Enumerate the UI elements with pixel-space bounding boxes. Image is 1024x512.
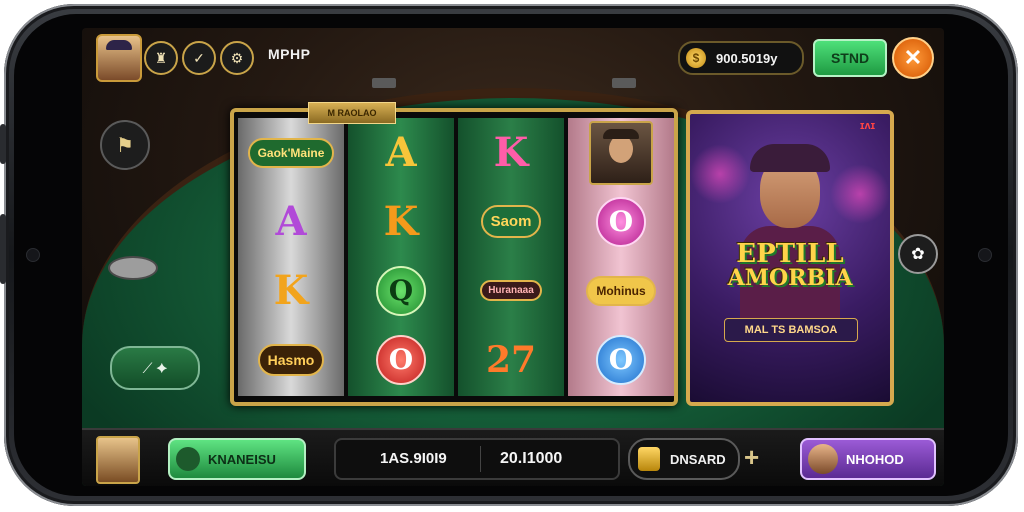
settings-gear-icon[interactable]: ✿ [898, 234, 938, 274]
volume-button [0, 124, 6, 164]
reel-symbol: K [273, 267, 309, 314]
plus-icon[interactable]: + [744, 442, 759, 473]
wand-button[interactable]: ⟋ ✦ [110, 346, 200, 390]
reel-symbol: Saom [458, 187, 564, 256]
reel-symbol: A [275, 198, 307, 245]
settings-icon[interactable]: ⚙ [220, 41, 254, 75]
reel-1[interactable]: Gaok'Maine A K Hasmo [238, 118, 344, 396]
top-bar: ♜ ✓ ⚙ MPHP $ 900.5019y STND ✕ [82, 28, 944, 84]
reel-symbol: O [568, 325, 674, 394]
board-label: DNSARD [670, 451, 726, 467]
frog-icon [176, 447, 200, 471]
shield-icon [638, 447, 660, 471]
coin-balance: $ 900.5019y [678, 41, 804, 75]
reel-3[interactable]: K Saom Huranaaa 27 [458, 118, 564, 396]
hat-icon[interactable]: ♜ [144, 41, 178, 75]
bottom-bar: KNANEISU 1AS.9I0I9 20.I1000 DNSARD + NHO… [82, 428, 944, 486]
stats-panel: 1AS.9I0I9 20.I1000 [334, 438, 620, 480]
reel-symbol: O [348, 325, 454, 394]
purple-avatar [808, 444, 838, 474]
reel-symbol: Q [348, 256, 454, 325]
purple-action-label: NHOHOD [846, 451, 904, 467]
feature-subtitle: MAL TS BAMSOA [724, 318, 858, 342]
reel-symbol: Gaok'Maine [238, 118, 344, 187]
green-action-button[interactable]: KNANEISU [168, 438, 306, 480]
reel-4[interactable]: O Mohinus O [568, 118, 674, 396]
player-avatar[interactable] [96, 34, 142, 82]
reel-symbol: O [568, 187, 674, 256]
app-title: MPHP [268, 46, 311, 62]
green-action-label: KNANEISU [208, 451, 276, 467]
power-button [0, 214, 6, 284]
reel-symbol: K [493, 129, 529, 176]
wand-icon: ⟋ ✦ [142, 359, 168, 376]
divider [480, 446, 481, 472]
store-button[interactable]: STND [813, 39, 887, 77]
reel-2[interactable]: A K Q O [348, 118, 454, 396]
purple-action-button[interactable]: NHOHOD [800, 438, 936, 480]
feature-panel[interactable]: ɪʌɪ EPTILL AMORBIA MAL TS BAMSOA [686, 110, 894, 406]
feature-title: EPTILL AMORBIA [727, 239, 853, 291]
coin-amount: 900.5019y [716, 50, 778, 66]
sensor-icon [978, 248, 992, 262]
reel-symbol: A [385, 129, 417, 176]
camera-icon [26, 248, 40, 262]
chip-stack [108, 256, 158, 280]
coin-icon: $ [686, 48, 706, 68]
stat-value-1: 1AS.9I0I9 [380, 450, 447, 467]
reel-symbol: Hasmo [238, 325, 344, 394]
reel-banner: M RAOLAO [308, 102, 396, 124]
slot-reels: Gaok'Maine A K Hasmo A K Q O K Saom Hura… [230, 108, 678, 406]
board-button[interactable]: DNSARD [628, 438, 740, 480]
reel-symbol: K [383, 198, 419, 245]
reel-symbol: Huranaaa [458, 256, 564, 325]
close-icon[interactable]: ✕ [892, 37, 934, 79]
reel-symbol: 27 [485, 338, 537, 381]
game-screen: ♜ ✓ ⚙ MPHP $ 900.5019y STND ✕ ⚑ ⟋ ✦ ✿ Ga… [82, 28, 944, 486]
stat-value-2: 20.I1000 [500, 450, 563, 467]
character-portrait [589, 120, 653, 185]
tools-icon[interactable]: ✓ [182, 41, 216, 75]
feature-badge: ɪʌɪ [860, 120, 876, 132]
reel-symbol [568, 118, 674, 187]
bottom-avatar[interactable] [96, 436, 140, 484]
reel-symbol: Mohinus [568, 256, 674, 325]
lock-icon[interactable]: ⚑ [100, 120, 150, 170]
